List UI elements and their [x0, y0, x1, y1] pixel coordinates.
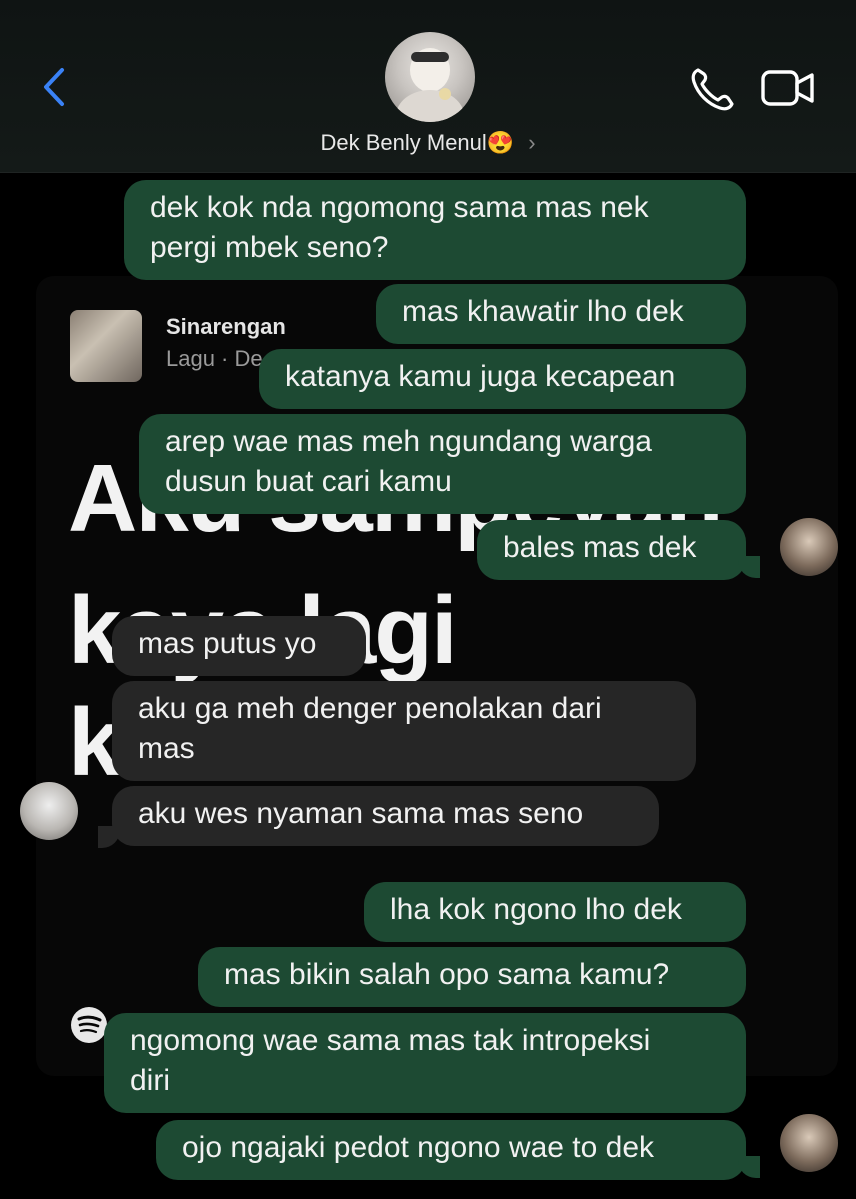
message-text-line: ojo ngajaki pedot ngono wae to dek	[182, 1131, 655, 1164]
message-text-line: dusun buat cari kamu	[165, 465, 452, 498]
message-outgoing[interactable]: mas khawatir lho dek	[376, 284, 746, 344]
message-outgoing[interactable]: katanya kamu juga kecapean	[259, 349, 746, 409]
message-incoming[interactable]: aku wes nyaman sama mas seno	[112, 786, 659, 846]
message-text-line: mas	[138, 732, 195, 765]
back-chevron-icon	[44, 68, 64, 106]
message-text-line: bales mas dek	[503, 531, 697, 564]
message-outgoing[interactable]: ojo ngajaki pedot ngono wae to dek	[156, 1120, 746, 1180]
message-text-line: ngomong wae sama mas tak intropeksi	[130, 1024, 651, 1057]
message-text-line: diri	[130, 1064, 171, 1097]
message-outgoing[interactable]: ngomong wae sama mas tak intropeksi diri	[104, 1013, 746, 1113]
sender-avatar[interactable]	[780, 1114, 838, 1172]
message-text-line: arep wae mas meh ngundang warga	[165, 425, 652, 458]
message-outgoing[interactable]: lha kok ngono lho dek	[364, 882, 746, 942]
message-outgoing[interactable]: dek kok nda ngomong sama mas nek pergi m…	[124, 180, 746, 280]
message-outgoing[interactable]: arep wae mas meh ngundang warga dusun bu…	[139, 414, 746, 514]
message-outgoing[interactable]: mas bikin salah opo sama kamu?	[198, 947, 746, 1007]
video-camera-icon	[761, 70, 814, 106]
message-outgoing[interactable]: bales mas dek	[477, 520, 746, 580]
phone-icon	[691, 68, 734, 111]
contact-avatar[interactable]	[385, 32, 475, 122]
contact-name[interactable]: Dek Benly Menul😍 ›	[0, 130, 856, 156]
song-artwork	[70, 310, 142, 382]
voice-call-button[interactable]	[688, 64, 738, 114]
chevron-right-icon: ›	[528, 130, 536, 155]
message-text-line: aku wes nyaman sama mas seno	[138, 797, 584, 830]
sender-avatar[interactable]	[780, 518, 838, 576]
spotify-icon	[71, 1007, 107, 1043]
back-button[interactable]	[36, 64, 76, 110]
bubble-tail	[738, 1156, 760, 1178]
chat-header: Dek Benly Menul😍 ›	[0, 0, 856, 173]
video-call-button[interactable]	[760, 66, 816, 110]
message-text-line: dek kok nda ngomong sama mas nek	[150, 191, 649, 224]
message-incoming[interactable]: aku ga meh denger penolakan dari mas	[112, 681, 696, 781]
message-text-line: aku ga meh denger penolakan dari	[138, 692, 602, 725]
message-text-line: mas putus yo	[138, 627, 317, 660]
contact-avatar-small[interactable]	[20, 782, 78, 840]
contact-name-label: Dek Benly Menul😍	[320, 130, 515, 155]
song-title: Sinarengan	[166, 314, 286, 339]
song-subtitle: Lagu · De	[166, 346, 263, 371]
message-incoming[interactable]: mas putus yo	[112, 616, 366, 676]
message-text-line: pergi mbek seno?	[150, 231, 389, 264]
message-text-line: mas khawatir lho dek	[402, 295, 684, 328]
message-text-line: lha kok ngono lho dek	[390, 893, 682, 926]
message-text-line: mas bikin salah opo sama kamu?	[224, 958, 670, 991]
message-text-line: katanya kamu juga kecapean	[285, 360, 676, 393]
